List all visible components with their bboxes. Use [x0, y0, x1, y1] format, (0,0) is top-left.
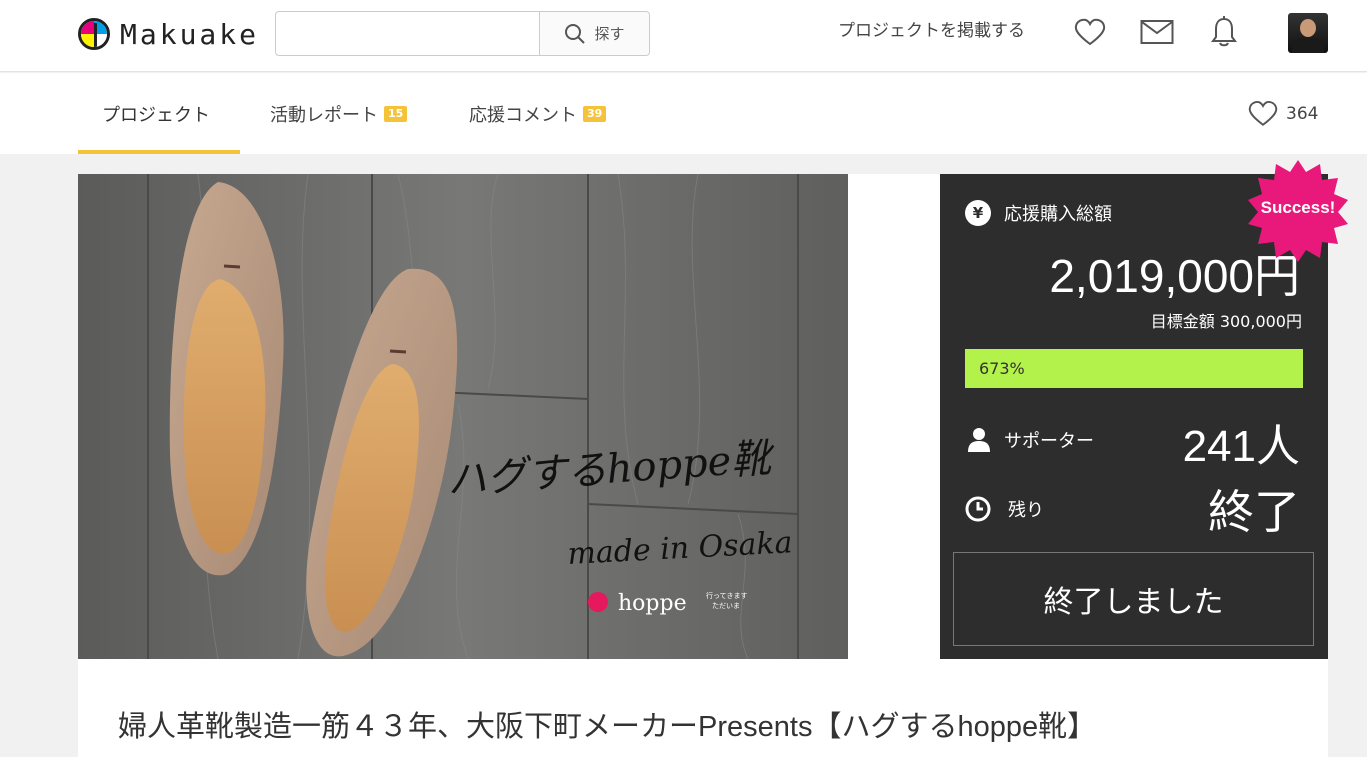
hoppe-tagline-2: ただいま [712, 602, 740, 610]
heart-icon [1248, 101, 1278, 126]
search-button-label: 探す [594, 25, 625, 43]
project-ended-button[interactable]: 終了しました [953, 552, 1314, 646]
project-tab-bar: プロジェクト 活動レポート 15 応援コメント 39 [0, 73, 1367, 154]
tab-support-comments[interactable]: 応援コメント 39 [469, 73, 607, 154]
tab-project-label: プロジェクト [102, 104, 210, 126]
mail-icon [1140, 20, 1174, 44]
remaining-value: 終了 [1208, 486, 1300, 538]
notifications-button[interactable] [1206, 14, 1242, 50]
user-avatar[interactable] [1288, 13, 1328, 53]
messages-button[interactable] [1139, 14, 1175, 50]
project-hero-image: ハグするhoppe靴 made in Osaka hoppe 行ってきます ただ… [78, 174, 848, 659]
tab-support-comments-label: 応援コメント [469, 104, 577, 126]
tab-activity-report-label: 活動レポート [270, 104, 378, 126]
search-icon [565, 23, 586, 44]
search-input[interactable] [276, 12, 539, 55]
like-count: 364 [1286, 103, 1319, 124]
success-badge-text: Success! [1260, 198, 1336, 217]
tab-activity-report[interactable]: 活動レポート 15 [270, 73, 408, 154]
bell-icon [1211, 16, 1237, 47]
logo-text: Makuake [120, 17, 260, 51]
project-title-area: 婦人革靴製造一筋４３年、大阪下町メーカーPresents【ハグするhoppe靴】 [78, 659, 1328, 757]
logo-mark-icon [78, 18, 110, 50]
person-icon [968, 428, 990, 452]
supporters-count: 241人 [1182, 422, 1300, 471]
funding-progress-label: 673% [979, 359, 1025, 378]
heart-icon [1074, 18, 1106, 46]
project-title: 婦人革靴製造一筋４３年、大阪下町メーカーPresents【ハグするhoppe靴】 [118, 711, 1097, 743]
makuake-logo[interactable]: Makuake [78, 16, 259, 52]
total-amount-label-row: ¥ 応援購入総額 [965, 200, 1112, 226]
like-button[interactable]: 364 [1248, 100, 1318, 127]
top-header: Makuake 探す プロジェクトを掲載する [0, 0, 1367, 72]
supporters-label-row: サポーター [967, 427, 1094, 453]
funding-progress-bar: 673% [965, 349, 1303, 388]
tab-project[interactable]: プロジェクト [102, 73, 210, 154]
goal-amount: 目標金額 300,000円 [1150, 312, 1302, 331]
search-button[interactable]: 探す [539, 12, 649, 55]
clock-icon [965, 496, 991, 522]
activity-report-count-badge: 15 [384, 105, 408, 122]
hoppe-tagline-1: 行ってきます [706, 591, 747, 600]
hero-white-gap [848, 174, 940, 659]
remaining-label-row: 残り [965, 496, 1044, 522]
post-project-link[interactable]: プロジェクトを掲載する [838, 20, 1025, 42]
support-comments-count-badge: 39 [583, 105, 607, 122]
hero-photo-illustration: ハグするhoppe靴 made in Osaka hoppe 行ってきます ただ… [78, 174, 848, 659]
favorites-button[interactable] [1072, 14, 1108, 50]
supporters-label: サポーター [1004, 431, 1094, 452]
project-ended-label: 終了しました [1043, 585, 1224, 620]
remaining-label: 残り [1008, 500, 1044, 521]
search-box: 探す [275, 11, 650, 56]
active-tab-indicator [78, 150, 240, 154]
hoppe-brand-text: hoppe [618, 591, 687, 616]
total-amount-label: 応援購入総額 [1004, 204, 1112, 225]
yen-icon: ¥ [965, 200, 991, 226]
